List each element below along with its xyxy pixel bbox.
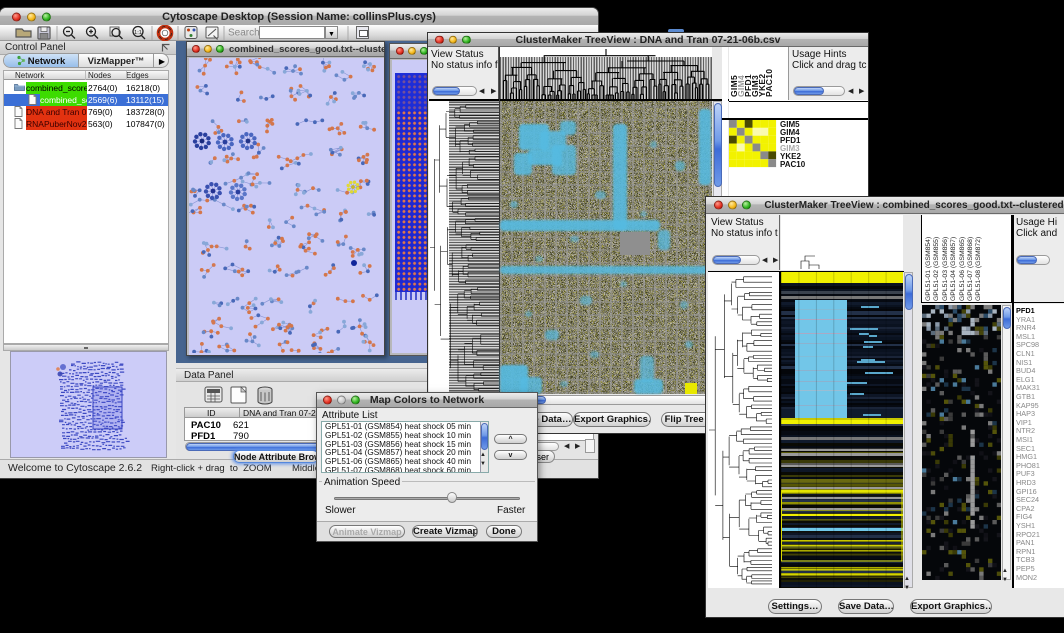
svg-text:1:1: 1:1 — [134, 30, 142, 36]
svg-text:Search:: Search: — [228, 28, 262, 39]
